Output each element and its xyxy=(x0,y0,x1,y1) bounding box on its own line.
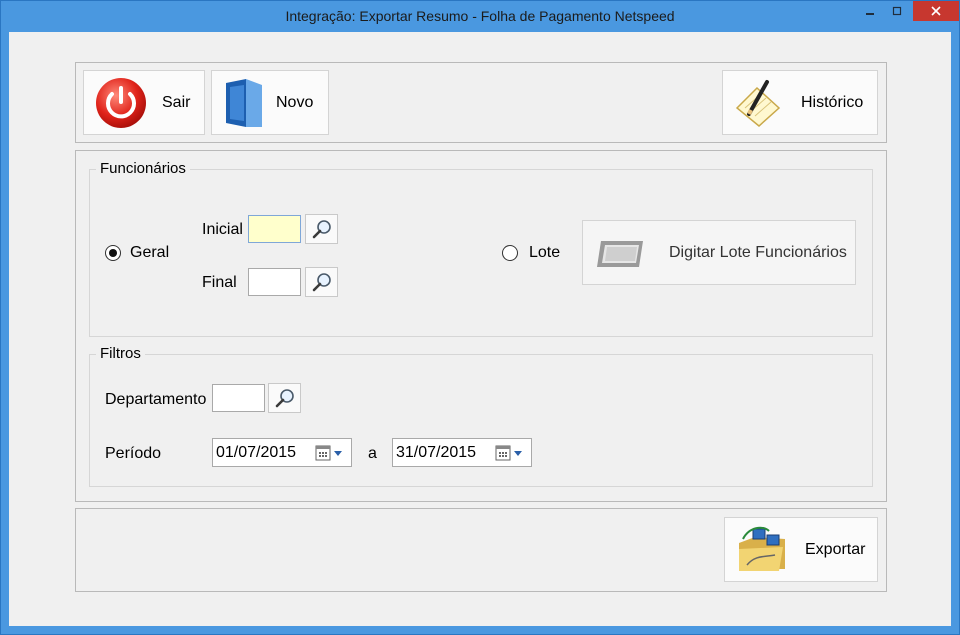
digitar-lote-label: Digitar Lote Funcionários xyxy=(669,243,847,261)
filtros-title: Filtros xyxy=(96,345,145,362)
client-area: Sair Novo Histórico Funcionários Geral I… xyxy=(9,32,951,626)
toolbar-panel: Sair Novo Histórico xyxy=(75,62,887,143)
departamento-label: Departamento xyxy=(105,391,207,408)
notepad-pencil-icon xyxy=(735,79,781,127)
data-inicial-picker[interactable]: 01/07/2015 xyxy=(212,438,352,467)
search-icon xyxy=(312,220,331,239)
title-bar[interactable]: Integração: Exportar Resumo - Folha de P… xyxy=(1,1,959,32)
folder-icon xyxy=(226,78,262,127)
data-final-value: 31/07/2015 xyxy=(396,444,477,461)
historico-label: Histórico xyxy=(801,93,864,111)
search-icon xyxy=(275,389,294,408)
digitar-lote-button[interactable]: Digitar Lote Funcionários xyxy=(582,220,856,285)
geral-label: Geral xyxy=(130,244,170,261)
radio-selected-dot xyxy=(109,249,117,257)
final-search-button[interactable] xyxy=(305,267,338,297)
exportar-button[interactable]: Exportar xyxy=(724,517,878,582)
filtros-group: Filtros Departamento Período 01/07/2015 xyxy=(89,345,873,487)
funcionarios-title: Funcionários xyxy=(96,160,190,177)
novo-button[interactable]: Novo xyxy=(211,70,329,135)
periodo-separator: a xyxy=(368,445,377,462)
historico-button[interactable]: Histórico xyxy=(722,70,878,135)
departamento-search-button[interactable] xyxy=(268,383,301,413)
main-window: Integração: Exportar Resumo - Folha de P… xyxy=(0,0,960,635)
maximize-button[interactable] xyxy=(884,1,910,21)
calendar-icon[interactable] xyxy=(315,445,345,461)
data-inicial-value: 01/07/2015 xyxy=(216,444,297,461)
search-icon xyxy=(312,273,331,292)
inicial-input[interactable] xyxy=(248,215,301,243)
close-button[interactable] xyxy=(913,1,959,21)
batch-icon xyxy=(597,240,643,267)
minimize-button[interactable] xyxy=(857,1,883,21)
footer-panel: Exportar xyxy=(75,508,887,592)
inicial-search-button[interactable] xyxy=(305,214,338,244)
maximize-icon xyxy=(892,6,902,16)
funcionarios-group: Funcionários Geral Inicial Final Lote Di… xyxy=(89,160,873,337)
calendar-icon[interactable] xyxy=(495,445,525,461)
lote-label: Lote xyxy=(529,244,561,261)
window-title: Integração: Exportar Resumo - Folha de P… xyxy=(285,8,675,24)
final-label: Final xyxy=(202,274,237,291)
data-final-picker[interactable]: 31/07/2015 xyxy=(392,438,532,467)
inicial-label: Inicial xyxy=(202,221,243,238)
main-panel: Funcionários Geral Inicial Final Lote Di… xyxy=(75,150,887,502)
geral-radio[interactable] xyxy=(105,245,121,261)
sair-button[interactable]: Sair xyxy=(83,70,205,135)
export-icon xyxy=(739,526,785,571)
departamento-input[interactable] xyxy=(212,384,265,412)
periodo-label: Período xyxy=(105,445,162,462)
exportar-label: Exportar xyxy=(805,540,866,558)
minimize-icon xyxy=(866,13,874,15)
sair-label: Sair xyxy=(162,93,191,111)
novo-label: Novo xyxy=(276,93,314,111)
close-icon xyxy=(931,6,941,16)
lote-radio[interactable] xyxy=(502,245,518,261)
power-icon xyxy=(96,77,146,128)
final-input[interactable] xyxy=(248,268,301,296)
